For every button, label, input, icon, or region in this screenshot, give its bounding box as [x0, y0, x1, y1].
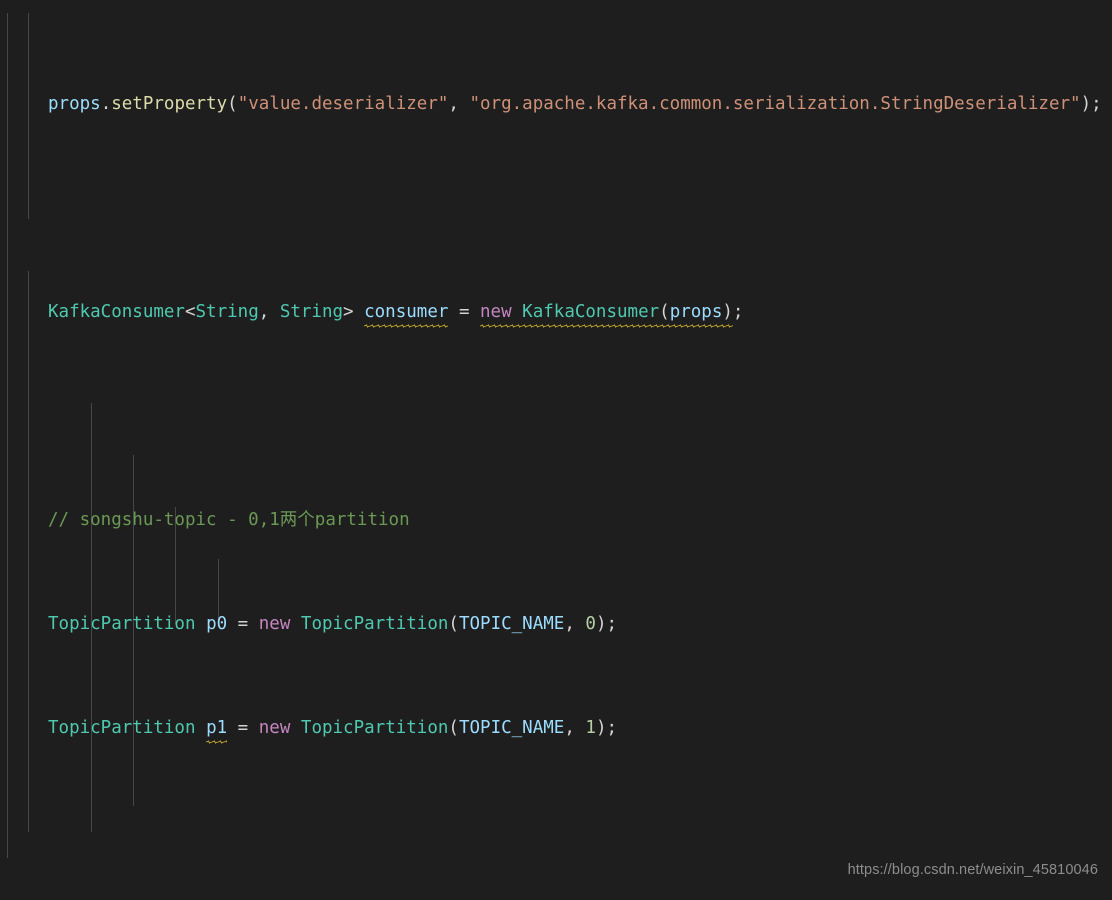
clipped-top-line: props.setProperty("key.deserializer", "o…	[0, 0, 1112, 13]
code-line[interactable]: TopicPartition p1 = new TopicPartition(T…	[0, 715, 1112, 744]
watermark-url: https://blog.csdn.net/weixin_45810046	[847, 862, 1098, 878]
code-editor[interactable]: props.setProperty("key.deserializer", "o…	[0, 0, 1112, 900]
code-line[interactable]: props.setProperty("value.deserializer", …	[0, 91, 1112, 117]
code-content[interactable]: props.setProperty("value.deserializer", …	[0, 13, 1112, 900]
code-line-blank[interactable]	[0, 403, 1112, 429]
clipped-top-line-text: props.setProperty("key.deserializer", "o…	[0, 0, 1112, 13]
code-line-comment[interactable]: // songshu-topic - 0,1两个partition	[0, 507, 1112, 533]
code-line[interactable]: KafkaConsumer<String, String> consumer =…	[0, 299, 1112, 328]
code-line-blank[interactable]	[0, 819, 1112, 845]
code-line-blank[interactable]	[0, 195, 1112, 221]
code-line[interactable]: TopicPartition p0 = new TopicPartition(T…	[0, 611, 1112, 637]
